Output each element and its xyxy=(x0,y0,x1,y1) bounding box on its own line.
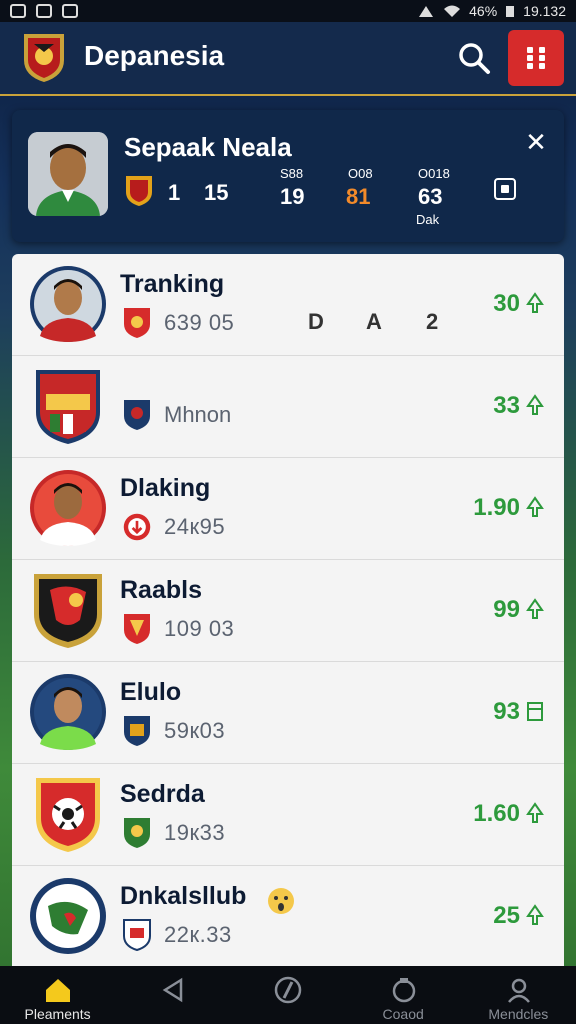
trend-up-icon xyxy=(526,496,544,517)
trend-up-icon xyxy=(526,802,544,823)
club-crest-icon xyxy=(124,400,150,430)
ball-icon xyxy=(275,976,302,1004)
shield-icon xyxy=(392,978,415,1003)
compare-icon[interactable] xyxy=(494,178,516,200)
stat-c-label: O018 xyxy=(418,166,450,181)
col-2: 2 xyxy=(426,309,439,334)
club-logo xyxy=(36,778,100,852)
club-logo xyxy=(34,574,102,648)
item-subtitle: 19к33 xyxy=(164,820,226,845)
club-logo xyxy=(36,370,100,444)
item-subtitle: 639 05 xyxy=(164,310,235,335)
stat-b-label: O08 xyxy=(348,166,373,181)
player-rank: 1 xyxy=(168,180,181,205)
mail-icon xyxy=(36,4,52,18)
trend-up-icon xyxy=(526,904,544,925)
item-subtitle: 59к03 xyxy=(164,718,226,743)
close-icon[interactable]: ✕ xyxy=(524,129,548,155)
item-value: 1.90 xyxy=(473,494,520,521)
item-subtitle: Mhnon xyxy=(164,402,232,427)
search-icon[interactable] xyxy=(456,40,492,76)
signal-icon xyxy=(419,6,434,17)
item-value: 30 xyxy=(493,290,520,317)
nav-back[interactable] xyxy=(115,966,230,1024)
profile-card[interactable]: Sepaak Neala ✕ 1 15 S88 19 O08 81 O018 6… xyxy=(12,110,564,242)
stat-b-value: 81 xyxy=(346,184,371,209)
battery-level: 46% xyxy=(469,3,498,19)
image-icon xyxy=(62,4,78,18)
battery-icon xyxy=(506,6,515,17)
trend-up-icon xyxy=(526,292,544,313)
player-avatar xyxy=(30,266,106,342)
list-item[interactable]: Mhnon 33 xyxy=(12,356,564,458)
club-crest-icon xyxy=(123,513,151,541)
stat-a-label: S88 xyxy=(280,166,304,181)
list-item[interactable]: Dlaking 24к95 1.90 xyxy=(12,458,564,560)
back-icon xyxy=(162,977,183,1003)
calendar-icon xyxy=(527,702,543,721)
item-subtitle: 109 03 xyxy=(164,616,235,641)
club-crest-icon xyxy=(124,716,150,746)
item-title: Tranking xyxy=(120,270,225,298)
player-points: 15 xyxy=(204,180,229,205)
stat-c-sub: Dak xyxy=(416,212,440,227)
nav-members[interactable]: Mendcles xyxy=(461,966,576,1024)
menu-button[interactable] xyxy=(508,30,564,86)
item-title: Dlaking xyxy=(120,474,211,502)
nav-label: Pleaments xyxy=(24,1006,91,1022)
list-item[interactable]: Raabls 109 03 99 xyxy=(12,560,564,662)
nav-label: Mendcles xyxy=(488,1006,549,1022)
player-avatar xyxy=(30,470,106,546)
item-value: 93 xyxy=(493,698,520,725)
home-icon xyxy=(46,979,71,1002)
stat-a-value: 19 xyxy=(280,184,305,209)
item-value: 1.60 xyxy=(473,800,520,827)
player-name: Sepaak Neala xyxy=(124,132,292,162)
nav-coach[interactable]: Coaod xyxy=(346,966,461,1024)
club-crest-icon xyxy=(126,176,152,206)
notification-icon xyxy=(10,4,26,18)
item-subtitle: 22к.33 xyxy=(164,922,232,947)
list-item[interactable]: Dnkalsllub 22к.33 25 xyxy=(12,866,564,966)
player-avatar xyxy=(30,674,106,750)
item-title: Dnkalsllub xyxy=(120,882,247,910)
notification-icons xyxy=(10,4,78,18)
trend-up-icon xyxy=(526,394,544,415)
item-value: 25 xyxy=(493,902,520,929)
club-logo xyxy=(30,878,106,954)
item-title: Raabls xyxy=(120,576,202,604)
col-a: A xyxy=(366,309,382,334)
app-logo[interactable] xyxy=(20,30,68,84)
nav-home[interactable]: Pleaments xyxy=(0,966,115,1024)
clock: 19.132 xyxy=(523,3,566,19)
col-d: D xyxy=(308,309,324,334)
people-icon xyxy=(507,978,530,1003)
list-item[interactable]: Sedrda 19к33 1.60 xyxy=(12,764,564,866)
item-title: Elulo xyxy=(120,678,182,706)
player-avatar xyxy=(28,132,108,216)
item-subtitle: 24к95 xyxy=(164,514,226,539)
item-value: 33 xyxy=(493,392,520,419)
club-crest-icon xyxy=(123,919,151,952)
club-crest-icon xyxy=(124,614,150,644)
app-title: Depanesia xyxy=(84,40,225,71)
item-title: Sedrda xyxy=(120,780,205,808)
list-item[interactable]: Tranking 639 05 D A 2 30 xyxy=(12,254,564,356)
club-crest-icon xyxy=(124,308,150,338)
wifi-icon xyxy=(444,5,461,17)
trend-up-icon xyxy=(526,598,544,619)
app-bar: Depanesia xyxy=(0,22,576,96)
nav-label: Coaod xyxy=(382,1006,424,1022)
club-crest-icon xyxy=(124,818,150,848)
stat-c-value: 63 xyxy=(418,184,443,209)
nav-ball[interactable] xyxy=(230,966,345,1024)
bottom-nav: Pleaments Coaod Mendcles xyxy=(0,966,576,1024)
item-value: 99 xyxy=(493,596,520,623)
ranking-list: Tranking 639 05 D A 2 30 Mhnon 33 Dlakin… xyxy=(12,254,564,966)
status-bar: 46% 19.132 xyxy=(0,0,576,22)
emoji-icon xyxy=(268,888,294,914)
list-item[interactable]: Elulo 59к03 93 xyxy=(12,662,564,764)
